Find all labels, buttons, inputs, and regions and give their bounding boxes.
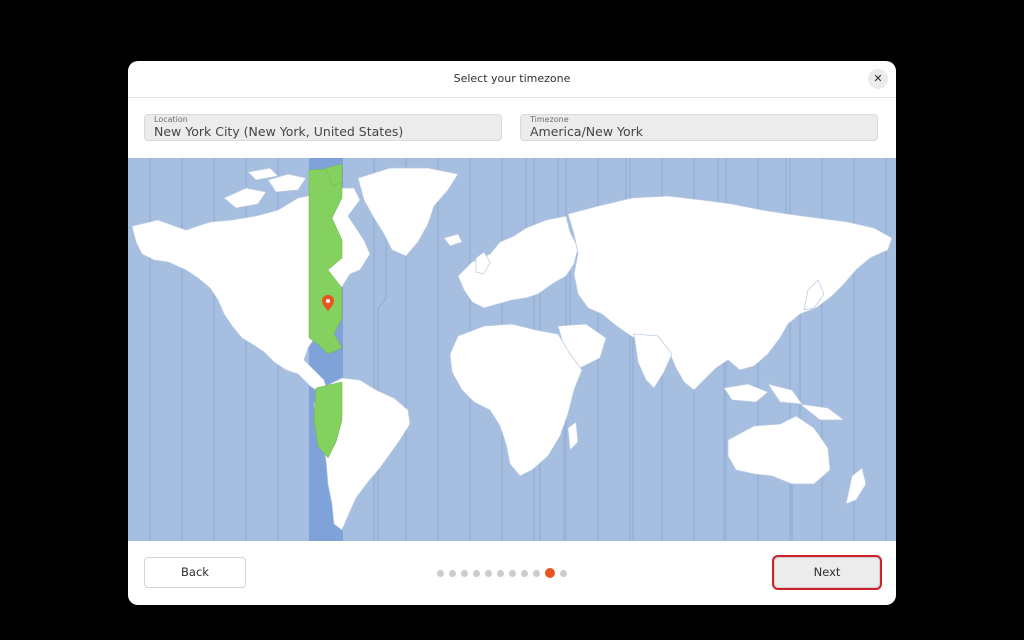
location-value: New York City (New York, United States) [154, 124, 404, 139]
progress-dot [485, 569, 492, 577]
dialog-title: Select your timezone [453, 72, 571, 85]
progress-dot [449, 569, 456, 577]
location-field[interactable]: Location New York City (New York, United… [144, 114, 502, 141]
timezone-dialog: Select your timezone ✕ Location New York… [128, 61, 896, 605]
back-button[interactable]: Back [144, 557, 246, 588]
progress-dot-current [545, 568, 555, 578]
progress-dot [509, 569, 516, 577]
progress-dot [521, 569, 528, 577]
progress-dot [437, 569, 444, 577]
close-icon: ✕ [873, 72, 883, 85]
progress-dot [497, 569, 504, 577]
progress-dot [461, 569, 468, 577]
progress-dots [437, 568, 567, 578]
progress-dot [533, 569, 540, 577]
location-label: Location [154, 115, 188, 124]
progress-dot [560, 569, 567, 577]
timezone-label: Timezone [530, 115, 569, 124]
next-button[interactable]: Next [772, 555, 882, 590]
progress-dot [473, 569, 480, 577]
world-map[interactable] [128, 158, 896, 541]
timezone-value: America/New York [530, 124, 644, 139]
timezone-map[interactable] [128, 158, 896, 541]
titlebar: Select your timezone ✕ [128, 61, 896, 98]
timezone-field[interactable]: Timezone America/New York [520, 114, 878, 141]
close-button[interactable]: ✕ [868, 69, 888, 89]
